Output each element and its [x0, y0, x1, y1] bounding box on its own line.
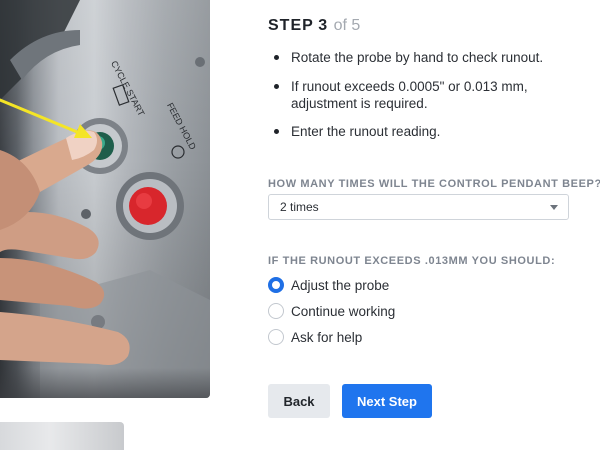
radio-button[interactable]	[268, 329, 284, 345]
feed-hold-symbol	[171, 145, 185, 159]
beep-count-select[interactable]: 2 times	[268, 194, 569, 220]
feed-hold-panel-label: FEED HOLD	[165, 101, 198, 152]
beep-count-selected-value: 2 times	[280, 200, 319, 214]
step-label: STEP	[268, 17, 314, 34]
back-button[interactable]: Back	[268, 384, 330, 418]
step-total: of 5	[333, 17, 361, 34]
radio-option-continue-working[interactable]: Continue working	[268, 302, 395, 320]
chevron-down-icon	[550, 205, 558, 210]
radio-option-label: Continue working	[291, 303, 396, 319]
radio-option-label: Ask for help	[291, 329, 363, 345]
instruction-text: If runout exceeds 0.0005" or 0.013 mm, a…	[291, 79, 528, 111]
instruction-item: Rotate the probe by hand to check runout…	[268, 49, 586, 66]
panel-screw	[81, 209, 91, 219]
radio-option-label: Adjust the probe	[291, 277, 390, 293]
bullet-icon	[274, 84, 279, 89]
control-panel-illustration: CYCLE START FEED HOLD	[0, 0, 210, 398]
panel-screw	[195, 57, 205, 67]
cycle-start-panel-label: CYCLE START	[109, 59, 147, 118]
instruction-text: Rotate the probe by hand to check runout…	[291, 50, 544, 65]
radio-button-selected[interactable]	[268, 277, 284, 293]
next-section-photo-thumbnail	[0, 422, 124, 450]
instruction-item: Enter the runout reading.	[268, 123, 586, 140]
beep-question-label: HOW MANY TIMES WILL THE CONTROL PENDANT …	[268, 178, 600, 190]
step-number: 3	[318, 17, 328, 34]
radio-option-ask-for-help[interactable]: Ask for help	[268, 328, 362, 346]
bullet-icon	[274, 55, 279, 60]
next-step-button[interactable]: Next Step	[342, 384, 432, 418]
instruction-item: If runout exceeds 0.0005" or 0.013 mm, a…	[268, 78, 586, 112]
feed-hold-button-highlight	[136, 193, 152, 209]
photo-bottom-fade	[0, 368, 210, 398]
pointer-arrow-line	[0, 98, 84, 136]
ring-finger	[0, 258, 105, 309]
instruction-text: Enter the runout reading.	[291, 124, 441, 139]
bullet-icon	[274, 129, 279, 134]
radio-option-adjust-probe[interactable]: Adjust the probe	[268, 276, 389, 294]
radio-button[interactable]	[268, 303, 284, 319]
runout-question-label: IF THE RUNOUT EXCEEDS .013MM YOU SHOULD:	[268, 255, 556, 267]
instruction-list: Rotate the probe by hand to check runout…	[268, 49, 586, 140]
machine-control-photo: CYCLE START FEED HOLD	[0, 0, 210, 398]
step-header: STEP 3 of 5	[268, 17, 360, 35]
